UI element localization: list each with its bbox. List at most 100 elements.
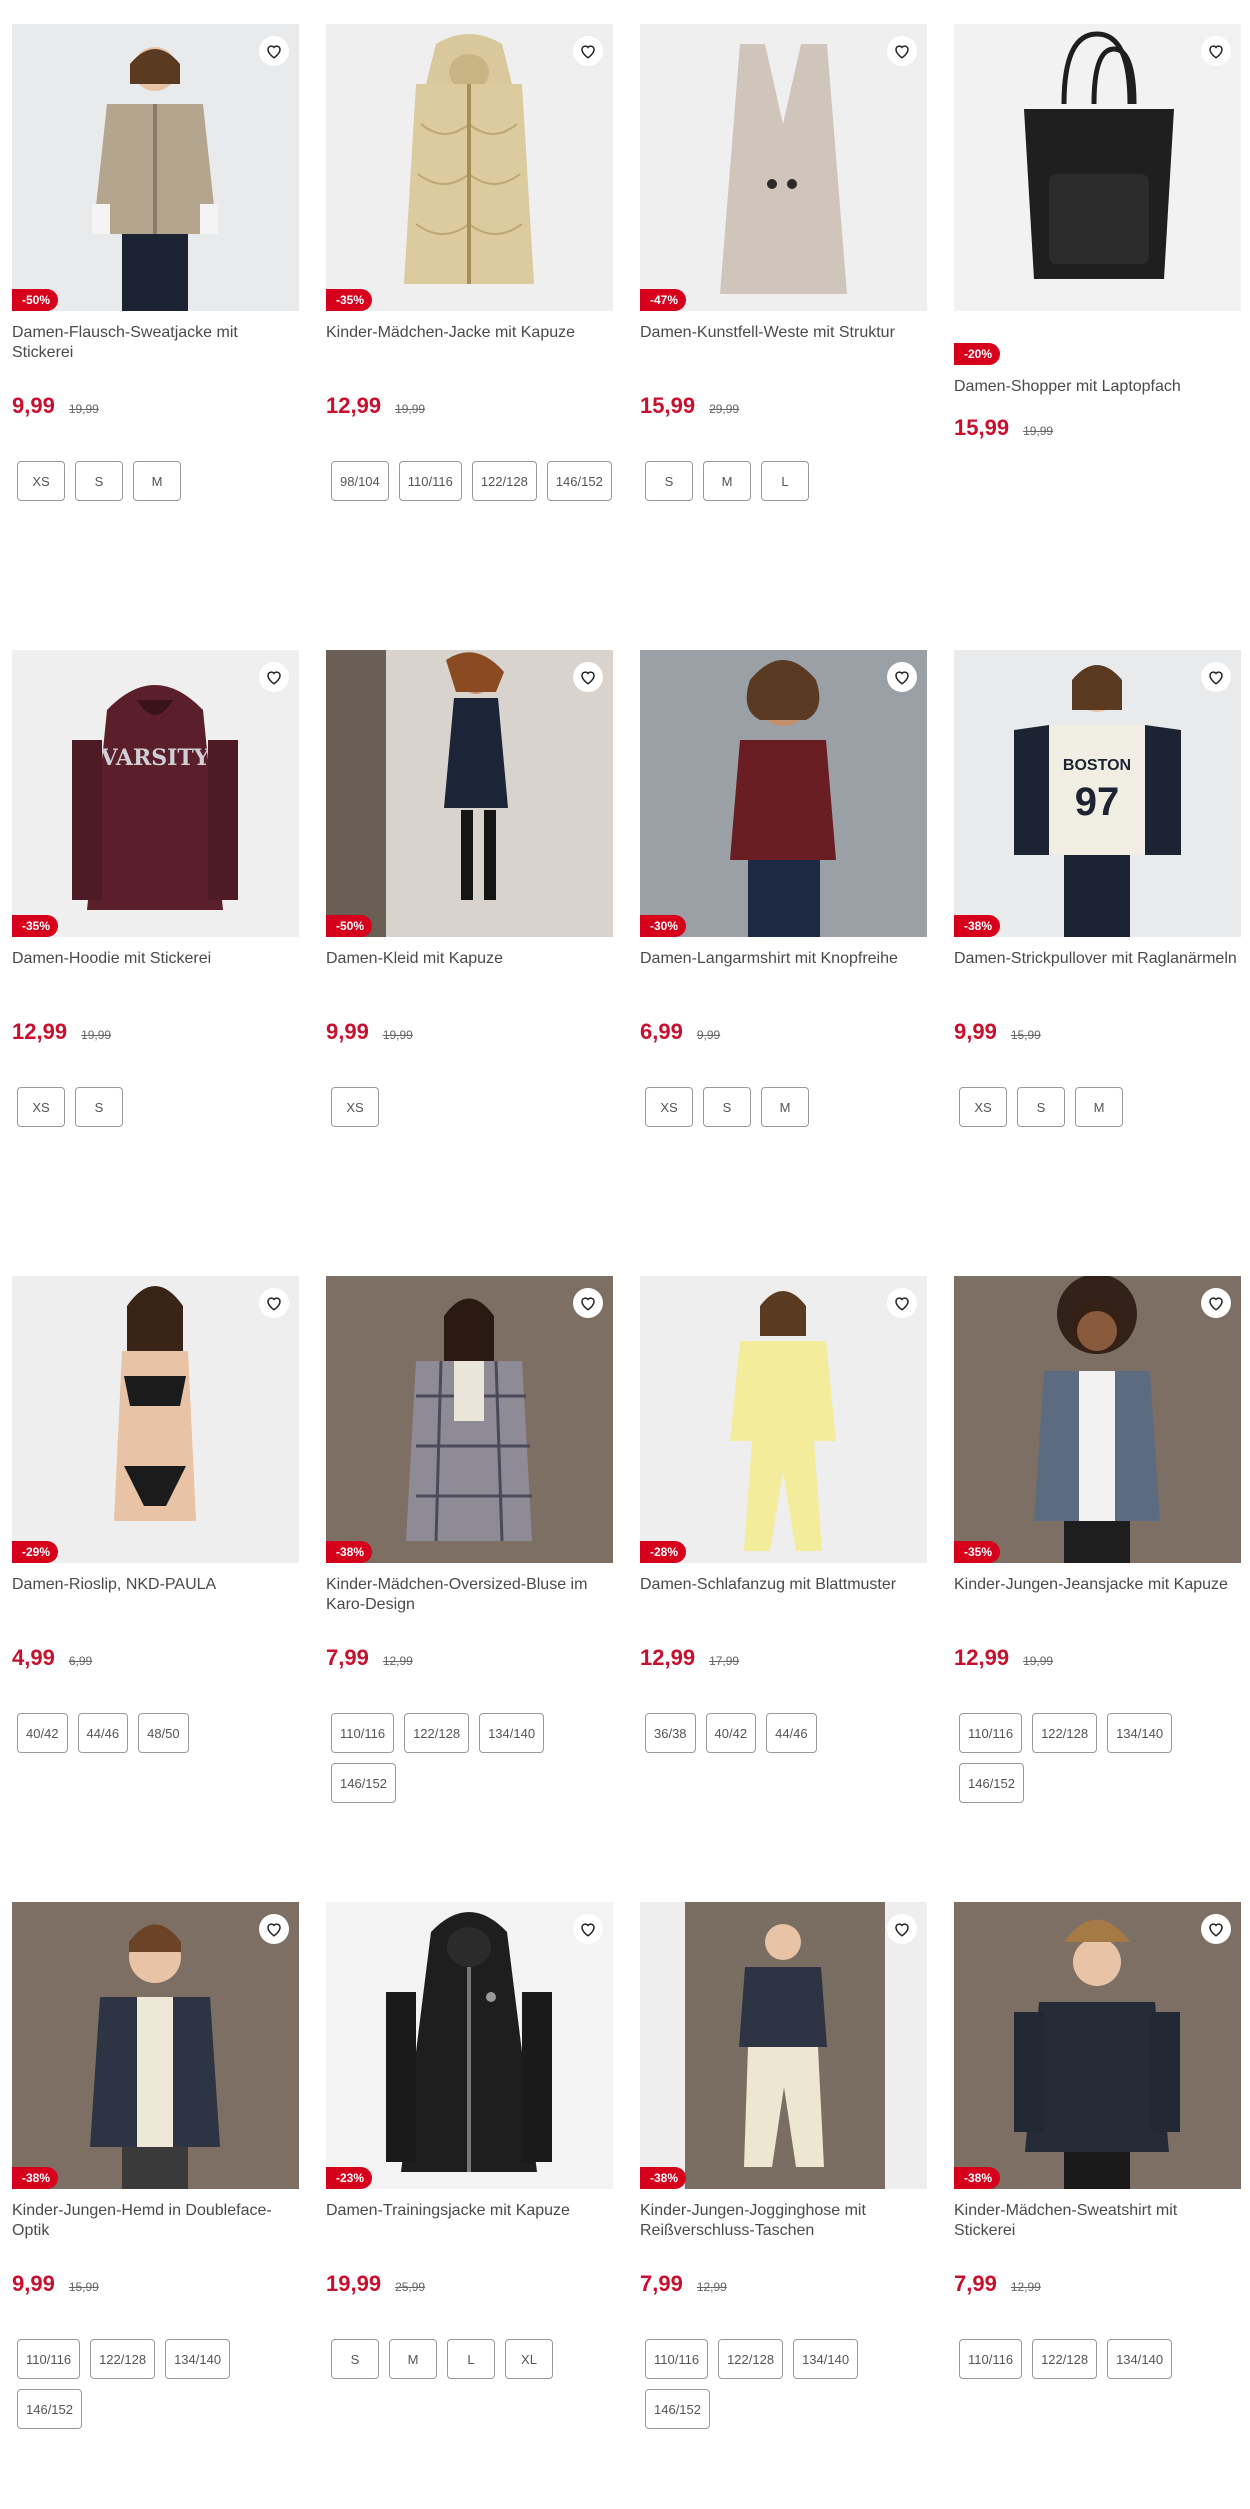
product-image[interactable] (954, 24, 1241, 311)
size-button[interactable]: XS (17, 1087, 65, 1127)
size-button[interactable]: S (703, 1087, 751, 1127)
product-card[interactable]: VARSITY -35% Damen-Hoodie mit Stickerei 12… (12, 650, 299, 1250)
size-button[interactable]: 48/50 (138, 1713, 189, 1753)
size-button[interactable]: S (1017, 1087, 1065, 1127)
size-button[interactable]: 36/38 (645, 1713, 696, 1753)
size-button[interactable]: 122/128 (404, 1713, 470, 1753)
size-button[interactable]: 110/116 (959, 1713, 1023, 1753)
product-image[interactable]: -35% (326, 24, 613, 311)
size-button[interactable]: M (703, 461, 751, 501)
size-button[interactable]: S (75, 1087, 123, 1127)
wishlist-heart-icon[interactable] (1201, 36, 1231, 66)
size-button[interactable]: 146/152 (331, 1763, 396, 1803)
product-card[interactable]: -20% Damen-Shopper mit Laptopfach 15,99 19… (954, 24, 1241, 624)
size-button[interactable]: 40/42 (17, 1713, 68, 1753)
size-button[interactable]: 110/116 (959, 2339, 1023, 2379)
product-card[interactable]: -38% Kinder-Jungen-Jogginghose mit Reißve… (640, 1902, 927, 2502)
product-card[interactable]: -38% Kinder-Jungen-Hemd in Doubleface-Opt… (12, 1902, 299, 2502)
product-image[interactable]: -30% (640, 650, 927, 937)
product-image[interactable]: VARSITY -35% (12, 650, 299, 937)
product-name[interactable]: Damen-Langarmshirt mit Knopfreihe (640, 949, 927, 989)
size-button[interactable]: L (447, 2339, 495, 2379)
size-button[interactable]: XS (17, 461, 65, 501)
product-image[interactable]: -38% (640, 1902, 927, 2189)
size-button[interactable]: 110/116 (17, 2339, 81, 2379)
size-button[interactable]: M (133, 461, 181, 501)
wishlist-heart-icon[interactable] (259, 36, 289, 66)
product-name[interactable]: Kinder-Mädchen-Jacke mit Kapuze (326, 323, 613, 363)
size-button[interactable]: M (1075, 1087, 1123, 1127)
product-name[interactable]: Damen-Rioslip, NKD-PAULA (12, 1575, 299, 1615)
product-name[interactable]: Damen-Flausch-Sweatjacke mit Stickerei (12, 323, 299, 363)
wishlist-heart-icon[interactable] (573, 662, 603, 692)
product-card[interactable]: -38% Kinder-Mädchen-Oversized-Bluse im Ka… (326, 1276, 613, 1876)
wishlist-heart-icon[interactable] (259, 1288, 289, 1318)
wishlist-heart-icon[interactable] (573, 1288, 603, 1318)
product-image[interactable]: -38% (954, 1902, 1241, 2189)
size-button[interactable]: S (331, 2339, 379, 2379)
product-name[interactable]: Kinder-Jungen-Jogginghose mit Reißversch… (640, 2201, 927, 2241)
product-card[interactable]: -38% Kinder-Mädchen-Sweatshirt mit Sticke… (954, 1902, 1241, 2502)
product-image[interactable]: -35% (954, 1276, 1241, 1563)
size-button[interactable]: 40/42 (705, 1713, 757, 1753)
wishlist-heart-icon[interactable] (1201, 662, 1231, 692)
wishlist-heart-icon[interactable] (887, 36, 917, 66)
wishlist-heart-icon[interactable] (887, 662, 917, 692)
wishlist-heart-icon[interactable] (259, 1914, 289, 1944)
size-button[interactable]: 44/46 (77, 1713, 129, 1753)
product-image[interactable]: -28% (640, 1276, 927, 1563)
size-button[interactable]: XL (505, 2339, 553, 2379)
size-button[interactable]: 122/128 (1032, 1713, 1098, 1753)
product-card[interactable]: -28% Damen-Schlafanzug mit Blattmuster 12,… (640, 1276, 927, 1876)
product-name[interactable]: Kinder-Jungen-Jeansjacke mit Kapuze (954, 1575, 1241, 1615)
size-button[interactable]: 146/152 (17, 2389, 82, 2429)
product-card[interactable]: -50% Damen-Kleid mit Kapuze 9,99 19,99 XS (326, 650, 613, 1250)
size-button[interactable]: 134/140 (793, 2339, 859, 2379)
wishlist-heart-icon[interactable] (1201, 1288, 1231, 1318)
size-button[interactable]: 110/116 (331, 1713, 395, 1753)
product-name[interactable]: Kinder-Mädchen-Oversized-Bluse im Karo-D… (326, 1575, 613, 1615)
product-image[interactable]: -23% (326, 1902, 613, 2189)
size-button[interactable]: 122/128 (718, 2339, 784, 2379)
product-image[interactable]: -50% (326, 650, 613, 937)
product-card[interactable]: -30% Damen-Langarmshirt mit Knopfreihe 6,9… (640, 650, 927, 1250)
size-button[interactable]: 134/140 (1107, 1713, 1173, 1753)
size-button[interactable]: XS (331, 1087, 379, 1127)
product-name[interactable]: Damen-Trainingsjacke mit Kapuze (326, 2201, 613, 2241)
size-button[interactable]: 98/104 (331, 461, 389, 501)
product-name[interactable]: Damen-Schlafanzug mit Blattmuster (640, 1575, 927, 1615)
product-card[interactable]: -29% Damen-Rioslip, NKD-PAULA 4,99 6,99 40/… (12, 1276, 299, 1876)
product-card[interactable]: -23% Damen-Trainingsjacke mit Kapuze 19,99… (326, 1902, 613, 2502)
wishlist-heart-icon[interactable] (887, 1914, 917, 1944)
size-button[interactable]: 146/152 (546, 461, 612, 501)
size-button[interactable]: M (761, 1087, 809, 1127)
product-image[interactable]: -47% (640, 24, 927, 311)
product-image[interactable]: -38% (326, 1276, 613, 1563)
size-button[interactable]: XS (959, 1087, 1007, 1127)
size-button[interactable]: 122/128 (1032, 2339, 1098, 2379)
product-card[interactable]: -47% Damen-Kunstfell-Weste mit Struktur 15… (640, 24, 927, 624)
wishlist-heart-icon[interactable] (1201, 1914, 1231, 1944)
size-button[interactable]: 146/152 (645, 2389, 710, 2429)
size-button[interactable]: 134/140 (1107, 2339, 1173, 2379)
size-button[interactable]: 44/46 (766, 1713, 817, 1753)
product-name[interactable]: Kinder-Jungen-Hemd in Doubleface-Optik (12, 2201, 299, 2241)
product-name[interactable]: Kinder-Mädchen-Sweatshirt mit Stickerei (954, 2201, 1241, 2241)
product-image[interactable]: -38% (12, 1902, 299, 2189)
size-button[interactable]: L (761, 461, 809, 501)
product-name[interactable]: Damen-Kunstfell-Weste mit Struktur (640, 323, 927, 363)
product-name[interactable]: Damen-Shopper mit Laptopfach (954, 377, 1241, 397)
size-button[interactable]: S (645, 461, 693, 501)
size-button[interactable]: 134/140 (165, 2339, 231, 2379)
size-button[interactable]: M (389, 2339, 437, 2379)
size-button[interactable]: XS (645, 1087, 693, 1127)
size-button[interactable]: S (75, 461, 123, 501)
wishlist-heart-icon[interactable] (887, 1288, 917, 1318)
wishlist-heart-icon[interactable] (573, 36, 603, 66)
product-card[interactable]: -35% Kinder-Jungen-Jeansjacke mit Kapuze 1… (954, 1276, 1241, 1876)
size-button[interactable]: 134/140 (479, 1713, 545, 1753)
wishlist-heart-icon[interactable] (259, 662, 289, 692)
size-button[interactable]: 122/128 (471, 461, 537, 501)
wishlist-heart-icon[interactable] (573, 1914, 603, 1944)
product-card[interactable]: -50% Damen-Flausch-Sweatjacke mit Sticker… (12, 24, 299, 624)
